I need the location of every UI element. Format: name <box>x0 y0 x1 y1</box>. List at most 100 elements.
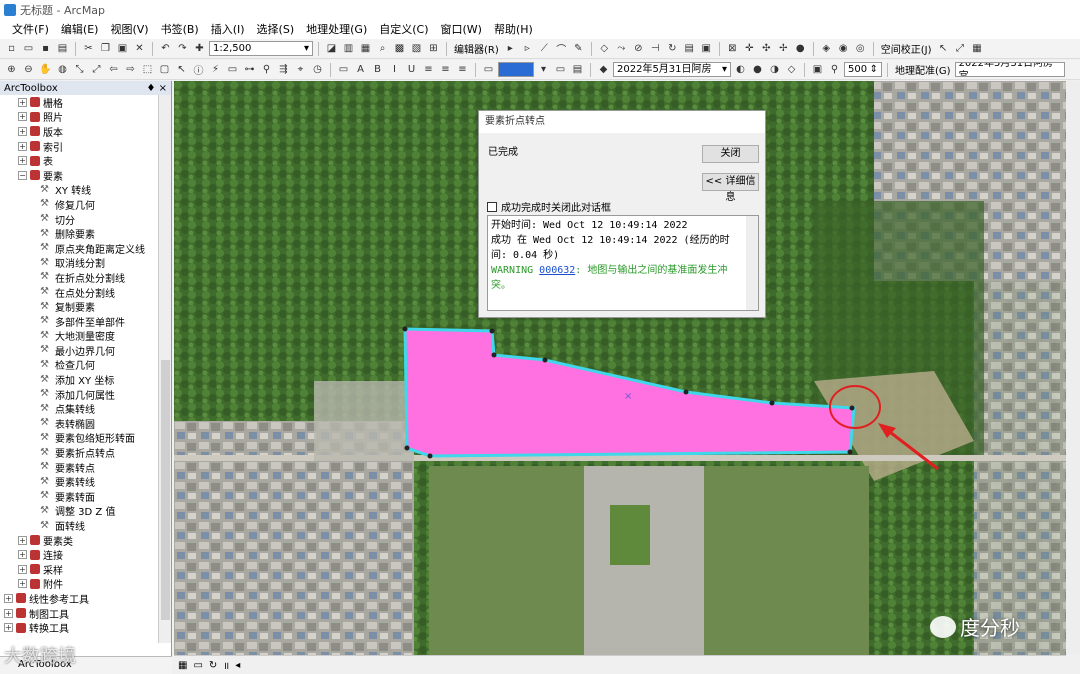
trace-icon[interactable]: ✎ <box>571 41 586 56</box>
underline-icon[interactable]: U <box>404 62 419 77</box>
vertex-icon[interactable]: ✣ <box>759 41 774 56</box>
toolset-item[interactable]: + 栅格 <box>0 95 171 110</box>
new-icon[interactable]: ▫ <box>4 41 19 56</box>
sketch-properties-icon[interactable]: ▣ <box>699 41 714 56</box>
menu-selection[interactable]: 选择(S) <box>251 20 301 39</box>
menu-view[interactable]: 视图(V) <box>104 20 154 39</box>
endpoint-arc-icon[interactable]: ⌒ <box>554 41 569 56</box>
pan-icon[interactable]: ✋ <box>38 62 53 77</box>
save-icon[interactable]: ▪ <box>38 41 53 56</box>
tool-item[interactable]: ⚒ 多部件至单部件 <box>0 314 171 329</box>
tool-item[interactable]: ⚒ 取消线分割 <box>0 256 171 270</box>
chevron-down-icon[interactable]: ▾ <box>536 62 551 77</box>
split-icon[interactable]: ⊣ <box>648 41 663 56</box>
search-icon[interactable]: ⌕ <box>375 41 390 56</box>
expand-icon[interactable]: + <box>18 112 27 122</box>
layout-view-icon[interactable]: ▭ <box>193 660 202 671</box>
fixed-zoom-in-icon[interactable]: ⤡ <box>72 62 87 77</box>
select-elements-icon[interactable]: ↖ <box>936 41 951 56</box>
refresh-icon[interactable]: ↻ <box>209 660 217 671</box>
toolset-item[interactable]: − 要素 <box>0 168 171 183</box>
toolset-item[interactable]: + 版本 <box>0 124 171 139</box>
tool-item[interactable]: ⚒ 修复几何 <box>0 197 171 212</box>
menu-help[interactable]: 帮助(H) <box>488 20 539 39</box>
pause-icon[interactable]: ॥ <box>223 658 229 672</box>
tool-item[interactable]: ⚒ 要素转点 <box>0 460 171 475</box>
clear-selection-icon[interactable]: ▢ <box>157 62 172 77</box>
pin-close-icon[interactable]: ♦ × <box>146 83 167 94</box>
full-extent-icon[interactable]: ◍ <box>55 62 70 77</box>
new-link-icon[interactable]: ⤢ <box>953 41 968 56</box>
zoom-out-icon[interactable]: ⊖ <box>21 62 36 77</box>
italic-icon[interactable]: I <box>387 62 402 77</box>
python-icon[interactable]: ▧ <box>409 41 424 56</box>
expand-icon[interactable]: + <box>4 623 13 633</box>
tool-item[interactable]: ⚒ 要素转线 <box>0 474 171 489</box>
table-of-contents-icon[interactable]: ▥ <box>341 41 356 56</box>
find-icon[interactable]: ⚲ <box>259 62 274 77</box>
snapping-icon[interactable]: ✛ <box>742 41 757 56</box>
log-scrollbar[interactable] <box>746 216 758 310</box>
expand-icon[interactable]: + <box>18 550 27 560</box>
reshape-icon[interactable]: ⤳ <box>614 41 629 56</box>
expand-icon[interactable]: + <box>18 97 27 107</box>
swipe-icon[interactable]: ◇ <box>784 62 799 77</box>
measure-icon[interactable]: ⊶ <box>242 62 257 77</box>
expand-icon[interactable]: + <box>18 564 27 574</box>
find-route-icon[interactable]: ⇶ <box>276 62 291 77</box>
effects-layer-icon[interactable]: ◆ <box>596 62 611 77</box>
toolset-item[interactable]: + 连接 <box>0 547 171 562</box>
tool-item[interactable]: ⚒ 原点夹角距离定义线 <box>0 241 171 256</box>
toolbox-scrollbar[interactable] <box>158 95 171 643</box>
modelbuilder-icon[interactable]: ⊞ <box>426 41 441 56</box>
tool-item[interactable]: ⚒ 删除要素 <box>0 226 171 241</box>
contrast-icon[interactable]: ◐ <box>733 62 748 77</box>
font-icon[interactable]: A <box>353 62 368 77</box>
menu-edit[interactable]: 编辑(E) <box>55 20 105 39</box>
redo-icon[interactable]: ↷ <box>175 41 190 56</box>
line-color-icon[interactable]: ▭ <box>553 62 568 77</box>
collapse-icon[interactable]: − <box>18 170 27 180</box>
fill-color-icon[interactable]: ▭ <box>481 62 496 77</box>
zoom-value-input[interactable]: 500 ⇕ <box>844 62 882 77</box>
tool-item[interactable]: ⚒ 切分 <box>0 212 171 227</box>
rotate-icon[interactable]: ↻ <box>665 41 680 56</box>
toolbox-scroll-thumb[interactable] <box>161 360 170 620</box>
cogo-icon[interactable]: ◈ <box>819 41 834 56</box>
edit-tool-icon[interactable]: ▸ <box>503 41 518 56</box>
details-button[interactable]: << 详细信息 <box>702 173 759 203</box>
menu-insert[interactable]: 插入(I) <box>205 20 251 39</box>
tool-item[interactable]: ⚒ 面转线 <box>0 518 171 533</box>
expand-icon[interactable]: + <box>4 608 13 618</box>
tool-item[interactable]: ⚒ 最小边界几何 <box>0 343 171 358</box>
open-icon[interactable]: ▭ <box>21 41 36 56</box>
add-data-icon[interactable]: ✚ <box>192 41 207 56</box>
toolset-item[interactable]: + 要素类 <box>0 533 171 548</box>
editor-menu[interactable]: 编辑器(R) <box>452 41 501 56</box>
tool-item[interactable]: ⚒ 添加几何属性 <box>0 387 171 402</box>
toolset-item[interactable]: + 制图工具 <box>0 606 171 621</box>
menu-customize[interactable]: 自定义(C) <box>373 20 434 39</box>
link-table-icon[interactable]: ▦ <box>970 41 985 56</box>
transparency-icon[interactable]: ◑ <box>767 62 782 77</box>
forward-icon[interactable]: ⇨ <box>123 62 138 77</box>
parcel-icon[interactable]: ◉ <box>836 41 851 56</box>
tool-item[interactable]: ⚒ 检查几何 <box>0 358 171 372</box>
menu-geoprocessing[interactable]: 地理处理(G) <box>300 20 373 39</box>
tool-item[interactable]: ⚒ 要素转面 <box>0 489 171 504</box>
toolset-item[interactable]: + 线性参考工具 <box>0 591 171 606</box>
tool-item[interactable]: ⚒ 表转椭圆 <box>0 416 171 431</box>
tool-item[interactable]: ⚒ XY 转线 <box>0 183 171 197</box>
menu-window[interactable]: 窗口(W) <box>435 20 488 39</box>
hyperlink-icon[interactable]: ⚡ <box>208 62 223 77</box>
tool-item[interactable]: ⚒ 要素包络矩形转面 <box>0 431 171 445</box>
cut-icon[interactable]: ✂ <box>81 41 96 56</box>
data-view-icon[interactable]: ▦ <box>178 660 187 671</box>
midpoint-icon[interactable]: ✢ <box>776 41 791 56</box>
close-button[interactable]: 关闭 <box>702 145 759 163</box>
brightness-icon[interactable]: ● <box>750 62 765 77</box>
toolset-item[interactable]: + 表 <box>0 153 171 168</box>
warning-code-link[interactable]: 000632 <box>539 265 575 276</box>
tool-item[interactable]: ⚒ 大地测量密度 <box>0 329 171 343</box>
editor-toolbar-icon[interactable]: ◪ <box>324 41 339 56</box>
